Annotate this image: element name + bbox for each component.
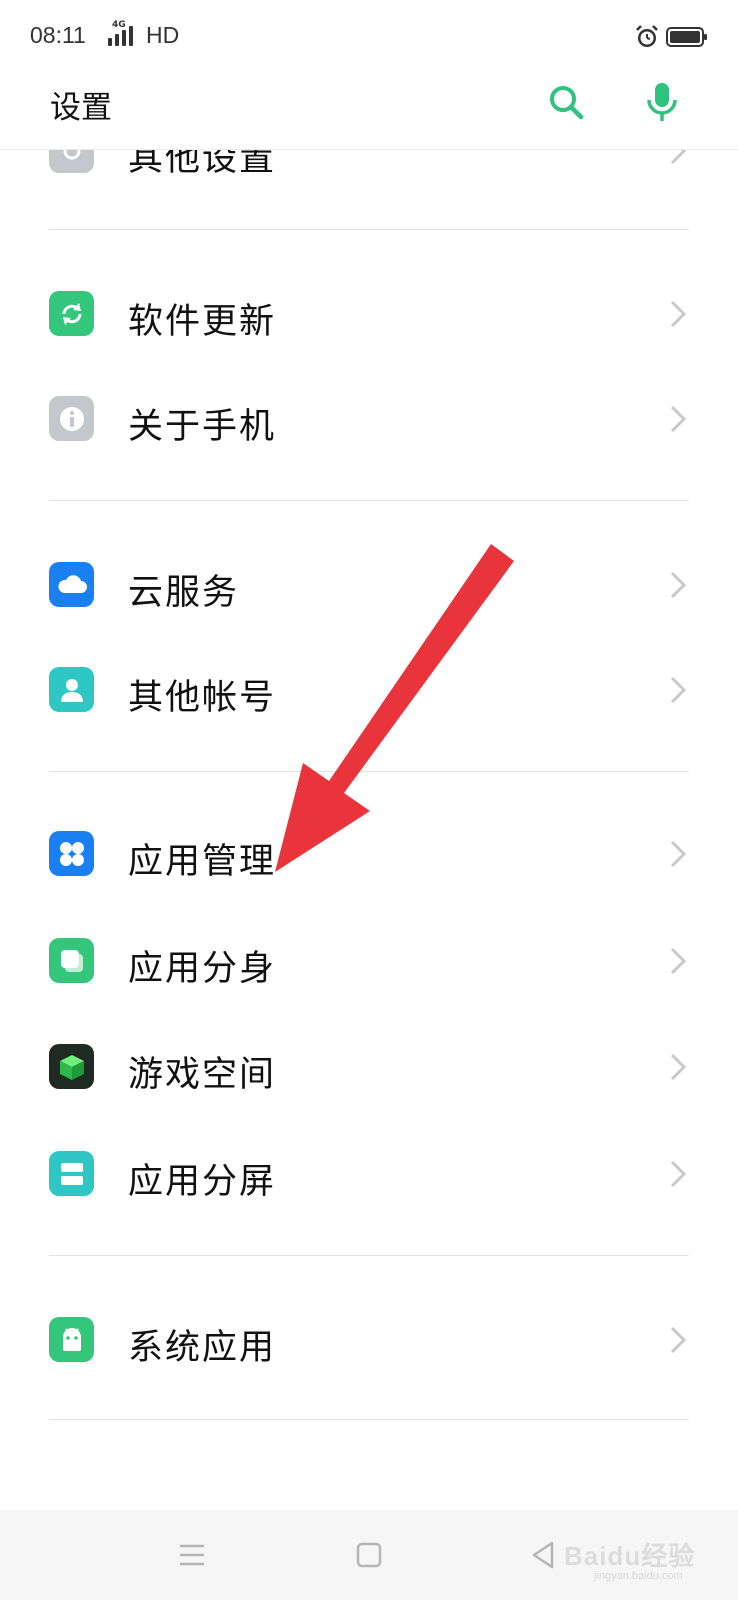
search-icon[interactable] [546, 82, 586, 122]
android-icon [49, 1317, 94, 1362]
list-item-split-screen[interactable]: 应用分屏 [0, 1121, 738, 1225]
settings-list[interactable]: 其他设置 软件更新 关于手机 云服务 其他帐号 应用管理 应用分身 游戏空间 应… [0, 0, 738, 1510]
divider [49, 771, 689, 772]
list-item-label: 关于手机 [128, 407, 277, 447]
home-icon[interactable] [356, 1542, 382, 1568]
network-type: 4G [112, 20, 126, 30]
grid-icon [49, 831, 94, 876]
list-item-other-accounts[interactable]: 其他帐号 [0, 637, 738, 741]
list-item-label: 系统应用 [128, 1328, 277, 1368]
cube-icon [49, 1044, 94, 1089]
list-item-software-update[interactable]: 软件更新 [0, 261, 738, 365]
list-item-label: 应用管理 [128, 842, 277, 882]
chevron-right-icon [670, 1053, 687, 1081]
divider [49, 500, 689, 501]
chevron-right-icon [670, 947, 687, 975]
chevron-right-icon [670, 840, 687, 868]
status-time: 08:11 [30, 22, 86, 48]
chevron-right-icon [670, 571, 687, 599]
clone-icon [49, 938, 94, 983]
menu-icon[interactable] [178, 1542, 206, 1568]
battery-icon [666, 27, 707, 47]
list-item-cloud-service[interactable]: 云服务 [0, 532, 738, 636]
app-header: 设置 [0, 74, 738, 150]
list-item-label: 游戏空间 [128, 1055, 277, 1095]
navigation-bar: Baidu经验 jingyan.baidu.com [0, 1510, 738, 1600]
watermark-text: Baidu经验 [564, 1541, 696, 1571]
alarm-icon [636, 25, 658, 47]
microphone-icon[interactable] [644, 80, 680, 124]
info-icon [49, 396, 94, 441]
chevron-right-icon [670, 300, 687, 328]
back-icon[interactable] [530, 1540, 556, 1570]
list-item-app-clone[interactable]: 应用分身 [0, 908, 738, 1012]
list-item-app-management[interactable]: 应用管理 [0, 801, 738, 905]
list-item-label: 云服务 [128, 573, 240, 613]
list-item-about-phone[interactable]: 关于手机 [0, 366, 738, 470]
hd-indicator: HD [146, 22, 180, 48]
signal-icon: 4G [108, 20, 133, 46]
list-item-label: 软件更新 [128, 302, 277, 342]
chevron-right-icon [670, 1326, 687, 1354]
list-item-system-apps[interactable]: 系统应用 [0, 1287, 738, 1391]
list-item-label: 应用分屏 [128, 1162, 277, 1202]
split-screen-icon [49, 1151, 94, 1196]
list-item-label: 其他帐号 [128, 678, 277, 718]
chevron-right-icon [670, 676, 687, 704]
page-title: 设置 [50, 90, 112, 126]
list-item-game-space[interactable]: 游戏空间 [0, 1014, 738, 1118]
chevron-right-icon [670, 1160, 687, 1188]
person-icon [49, 667, 94, 712]
list-item-label: 应用分身 [128, 949, 277, 989]
sync-icon [49, 291, 94, 336]
watermark-subtext: jingyan.baidu.com [594, 1570, 683, 1582]
status-bar: 08:11 4G HD [0, 0, 738, 74]
chevron-right-icon [670, 405, 687, 433]
cloud-icon [49, 562, 94, 607]
divider [49, 1255, 689, 1256]
divider [49, 229, 689, 230]
divider [49, 1419, 689, 1420]
watermark: Baidu经验 jingyan.baidu.com [560, 1528, 732, 1588]
